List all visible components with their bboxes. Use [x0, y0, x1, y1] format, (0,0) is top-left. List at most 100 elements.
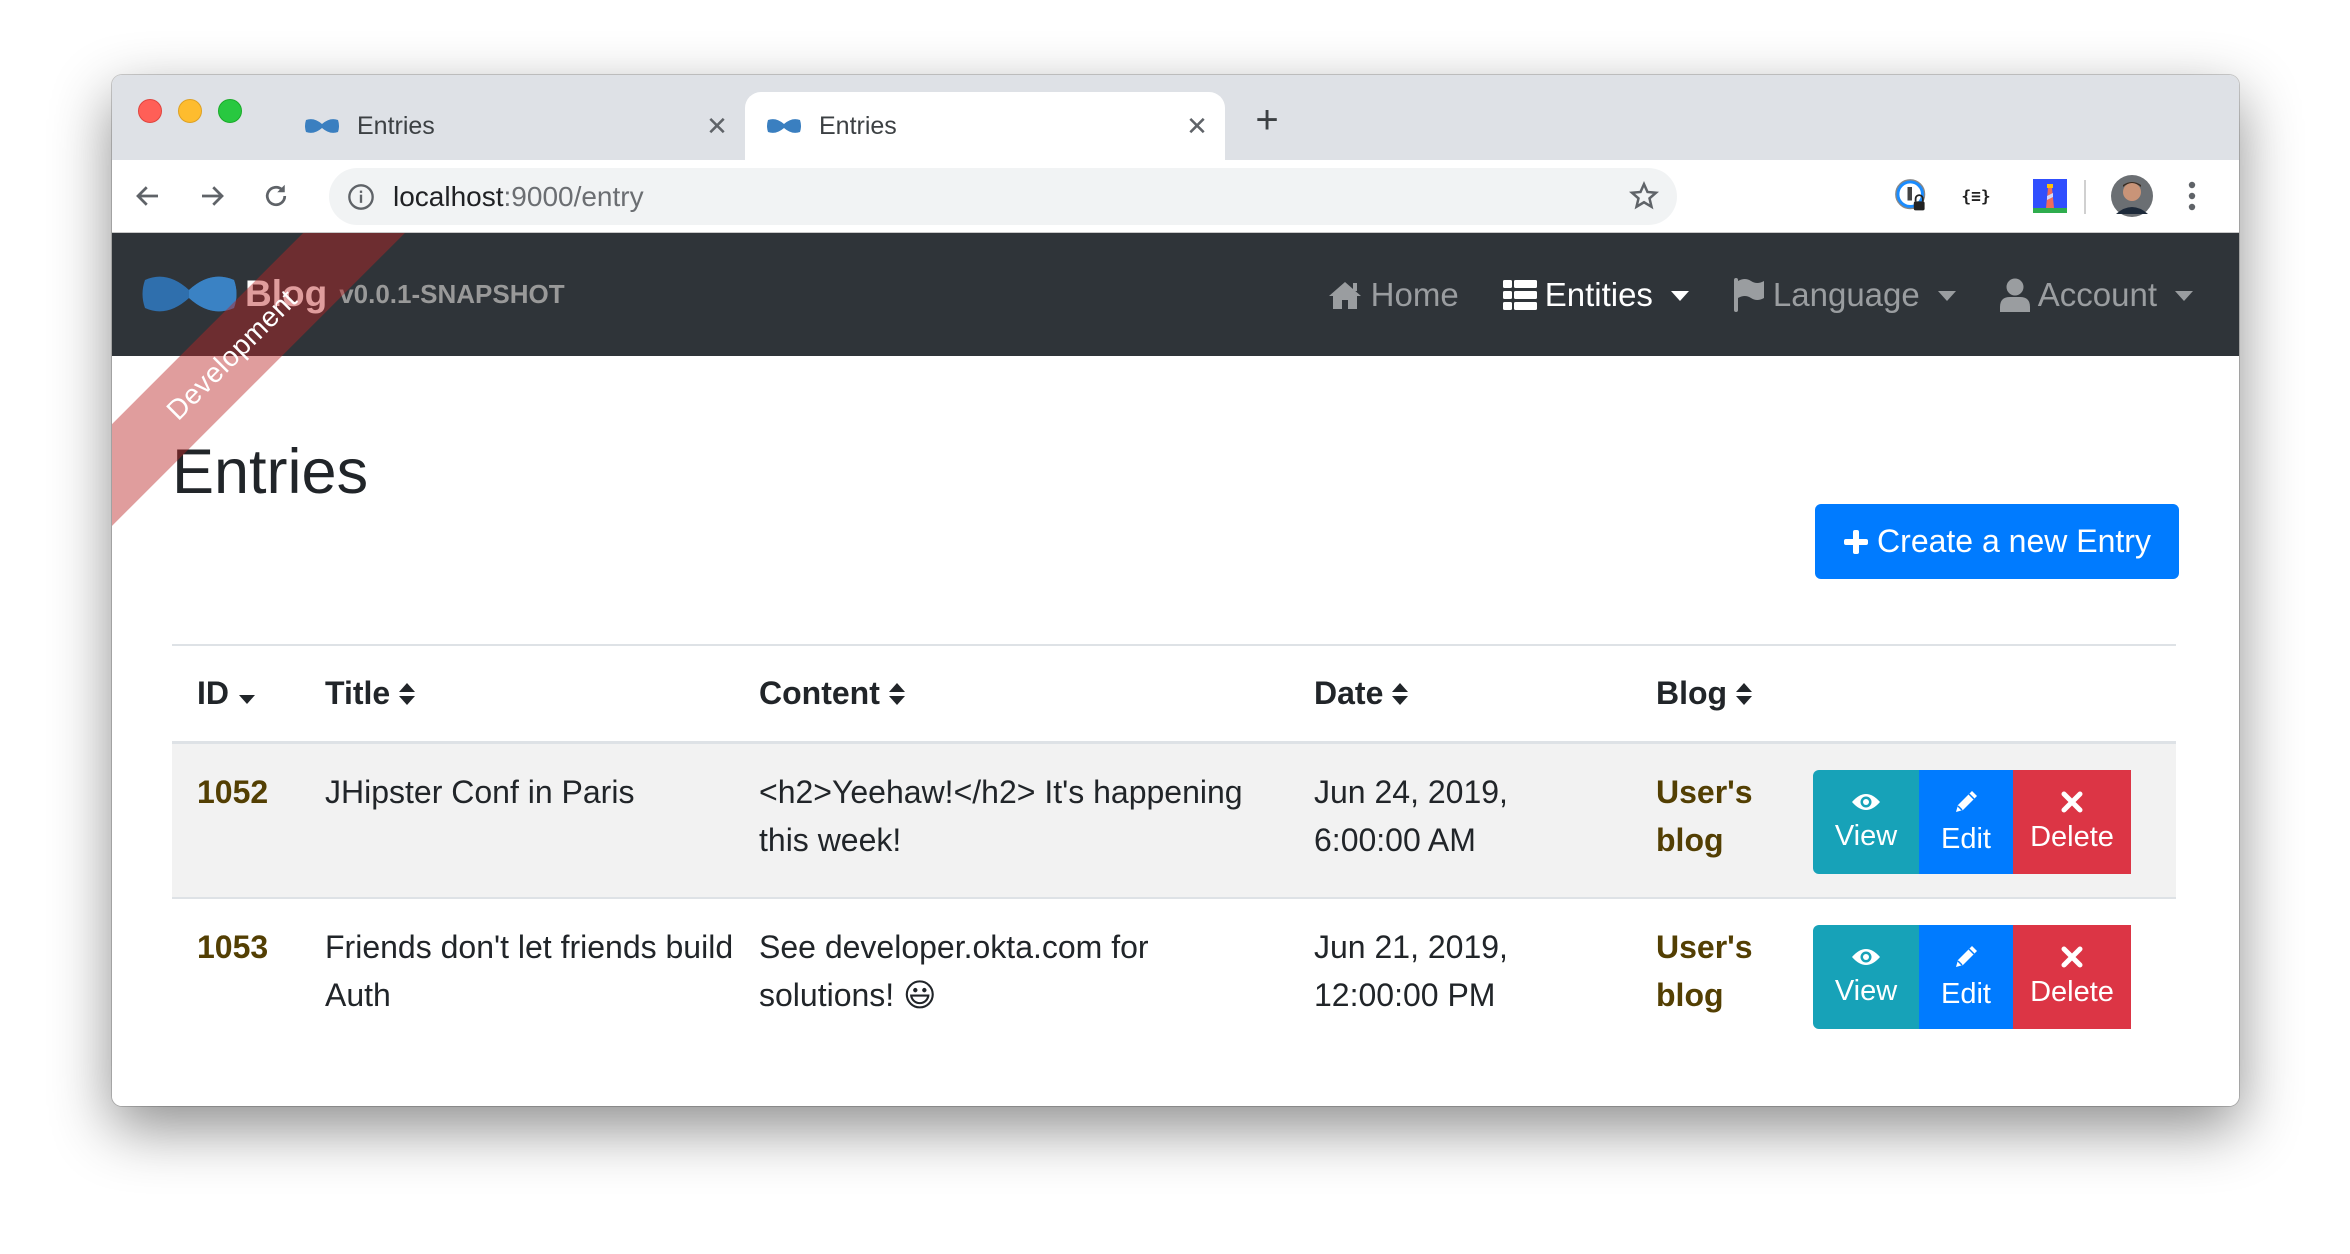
view-button[interactable]: View — [1813, 770, 1919, 874]
entry-content: <h2>Yeehaw!</h2> It's happening this wee… — [759, 774, 1243, 858]
column-label: Date — [1314, 675, 1384, 711]
brand-link[interactable]: Blog v0.0.1-SNAPSHOT — [142, 261, 565, 327]
nav-home[interactable]: Home — [1327, 276, 1459, 314]
nav-language-label: Language — [1772, 275, 1920, 313]
flag-icon — [1733, 277, 1764, 312]
nav-language[interactable]: Language — [1733, 276, 1956, 314]
entry-date-day: Jun 24, 2019, — [1314, 774, 1508, 810]
eye-icon — [1852, 793, 1880, 810]
entry-date: Jun 24, 2019, 6:00:00 AM — [1289, 744, 1631, 864]
url-text: localhost:9000/entry — [393, 181, 644, 213]
row-actions: View Edit Delete — [1811, 899, 2176, 1029]
pencil-icon — [1956, 790, 1977, 812]
browser-window: Entries ✕ Entries ✕ + localhost:9000/ent… — [112, 75, 2239, 1106]
chevron-down-icon — [2175, 290, 2193, 301]
entry-date-time: 12:00:00 PM — [1314, 977, 1496, 1013]
browser-tab-active[interactable]: Entries ✕ — [745, 92, 1225, 160]
back-button[interactable] — [126, 174, 170, 218]
toolbar-separator — [2084, 180, 2086, 214]
page-content: Blog v0.0.1-SNAPSHOT Home Entities Langu… — [112, 233, 2239, 1106]
nav-links: Home Entities Language Account — [1283, 233, 2193, 356]
app-navbar: Blog v0.0.1-SNAPSHOT Home Entities Langu… — [112, 233, 2239, 356]
close-tab-icon[interactable]: ✕ — [699, 108, 735, 144]
column-header-title[interactable]: Title — [300, 675, 734, 712]
column-header-date[interactable]: Date — [1289, 675, 1631, 712]
action-button-group: View Edit Delete — [1813, 925, 2176, 1029]
column-header-id[interactable]: ID — [172, 675, 300, 712]
column-header-content[interactable]: Content — [734, 675, 1289, 712]
chevron-down-icon — [1937, 290, 1956, 301]
new-tab-button[interactable]: + — [1247, 100, 1287, 142]
nav-home-label: Home — [1370, 275, 1459, 313]
row-actions: View Edit Delete — [1811, 744, 2176, 874]
column-header-blog[interactable]: Blog — [1631, 675, 1811, 712]
nav-account-label: Account — [2037, 275, 2157, 313]
view-button[interactable]: View — [1813, 925, 1919, 1029]
browser-toolbar: localhost:9000/entry {≡} — [112, 160, 2239, 233]
sort-icon — [888, 682, 905, 705]
address-bar[interactable]: localhost:9000/entry — [329, 168, 1677, 225]
sort-desc-icon — [239, 694, 255, 704]
tab-title: Entries — [819, 111, 897, 140]
user-icon — [1999, 278, 2030, 312]
entry-title: Friends don't let friends build Auth — [325, 929, 734, 1013]
nav-entities[interactable]: Entities — [1502, 275, 1689, 314]
bookmark-star-icon[interactable] — [1629, 181, 1659, 211]
entry-id-link[interactable]: 1052 — [172, 744, 300, 816]
eye-icon — [1852, 948, 1880, 965]
brand-title: Blog — [245, 273, 328, 314]
forward-button[interactable] — [190, 174, 234, 218]
sort-icon — [1736, 682, 1753, 705]
bowtie-favicon-icon — [767, 119, 801, 133]
nav-entities-label: Entities — [1544, 275, 1653, 313]
entry-date-day: Jun 21, 2019, — [1314, 929, 1508, 965]
nav-account[interactable]: Account — [1999, 275, 2193, 314]
close-tab-icon[interactable]: ✕ — [1179, 108, 1215, 144]
times-icon — [2061, 791, 2083, 812]
lighthouse-extension-icon[interactable] — [2030, 176, 2070, 216]
reload-icon — [265, 184, 287, 207]
browser-tab[interactable]: Entries ✕ — [287, 92, 745, 160]
entry-content: See developer.okta.com for solutions! 😃 — [759, 929, 1149, 1013]
create-entry-label: Create a new Entry — [1877, 523, 2151, 559]
json-formatter-extension-icon[interactable]: {≡} — [1956, 176, 1996, 216]
entry-id-link[interactable]: 1053 — [172, 899, 300, 971]
chevron-down-icon — [1670, 290, 1689, 301]
kebab-menu-icon — [2188, 181, 2196, 211]
column-label: Content — [759, 675, 880, 711]
entry-blog-link[interactable]: User's blog — [1631, 744, 1811, 864]
entry-date-time: 6:00:00 AM — [1314, 822, 1476, 858]
times-icon — [2061, 946, 2083, 967]
table-row: 1053 Friends don't let friends build Aut… — [172, 899, 2176, 1054]
url-path: :9000/entry — [503, 180, 644, 212]
maximize-window-button[interactable] — [218, 99, 242, 123]
sort-icon — [399, 682, 416, 705]
edit-button[interactable]: Edit — [1919, 770, 2013, 874]
1password-extension-icon[interactable] — [1892, 176, 1932, 216]
table-header: ID Title Content Date Blog — [172, 646, 2176, 744]
edit-label: Edit — [1941, 977, 1991, 1010]
minimize-window-button[interactable] — [178, 99, 202, 123]
edit-button[interactable]: Edit — [1919, 925, 2013, 1029]
reload-button[interactable] — [254, 174, 298, 218]
view-label: View — [1834, 974, 1898, 1007]
bowtie-favicon-icon — [305, 119, 339, 133]
tab-title: Entries — [357, 111, 435, 140]
entry-blog-link[interactable]: User's blog — [1631, 899, 1811, 1019]
view-label: View — [1834, 819, 1898, 852]
delete-button[interactable]: Delete — [2013, 925, 2131, 1029]
create-entry-button[interactable]: Create a new Entry — [1815, 504, 2179, 579]
edit-label: Edit — [1941, 822, 1991, 855]
tab-strip: Entries ✕ Entries ✕ + — [112, 75, 2239, 160]
arrow-left-icon — [136, 186, 158, 206]
entry-date: Jun 21, 2019, 12:00:00 PM — [1289, 899, 1631, 1019]
info-icon — [348, 183, 374, 210]
profile-avatar[interactable] — [2110, 174, 2154, 218]
entry-title: JHipster Conf in Paris — [325, 774, 635, 810]
close-window-button[interactable] — [138, 99, 162, 123]
browser-menu-button[interactable] — [2172, 176, 2212, 216]
column-label: ID — [197, 675, 229, 711]
table-row: 1052 JHipster Conf in Paris <h2>Yeehaw!<… — [172, 744, 2176, 899]
delete-button[interactable]: Delete — [2013, 770, 2131, 874]
list-icon — [1502, 279, 1537, 310]
